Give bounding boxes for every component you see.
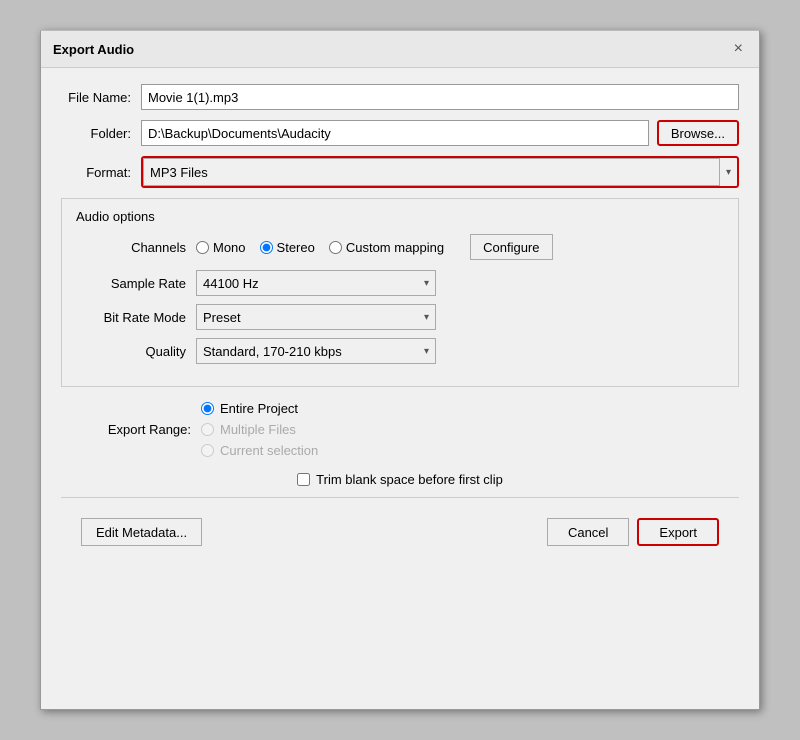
custom-mapping-radio-item[interactable]: Custom mapping [329, 240, 444, 255]
sample-rate-select-wrapper: 44100 Hz 8000 Hz 11025 Hz 16000 Hz 22050… [196, 270, 436, 296]
quality-row: Quality Standard, 170-210 kbps Medium, 1… [76, 338, 724, 364]
format-select-arrow-icon: ▾ [720, 167, 737, 178]
mono-radio[interactable] [196, 241, 209, 254]
stereo-radio[interactable] [260, 241, 273, 254]
export-range-section: Export Range: Entire Project Multiple Fi… [61, 401, 739, 458]
file-name-row: File Name: [61, 84, 739, 110]
bit-rate-mode-label: Bit Rate Mode [96, 310, 196, 325]
export-audio-dialog: Export Audio × File Name: Folder: Browse… [40, 30, 760, 710]
footer-right: Cancel Export [547, 518, 719, 546]
channels-row: Channels Mono Stereo Custom mapping Conf [76, 234, 724, 260]
format-label: Format: [61, 165, 141, 180]
bit-rate-mode-select-arrow-icon: ▾ [418, 312, 435, 323]
title-bar: Export Audio × [41, 31, 759, 68]
bit-rate-mode-select-wrapper: Preset Variable Average Constant ▾ [196, 304, 436, 330]
edit-metadata-button[interactable]: Edit Metadata... [81, 518, 202, 546]
export-range-row: Export Range: Entire Project Multiple Fi… [81, 401, 719, 458]
close-button[interactable]: × [730, 39, 747, 59]
file-name-label: File Name: [61, 90, 141, 105]
dialog-footer: Edit Metadata... Cancel Export [61, 508, 739, 560]
mono-radio-item[interactable]: Mono [196, 240, 246, 255]
quality-select[interactable]: Standard, 170-210 kbps Medium, 145-185 k… [197, 339, 418, 363]
export-range-options: Entire Project Multiple Files Current se… [201, 401, 318, 458]
footer-divider [61, 497, 739, 498]
quality-select-arrow-icon: ▾ [418, 346, 435, 357]
format-select-wrapper: MP3 Files WAV Files OGG Vorbis Files FLA… [141, 156, 739, 188]
quality-select-wrapper: Standard, 170-210 kbps Medium, 145-185 k… [196, 338, 436, 364]
channels-radio-group: Mono Stereo Custom mapping Configure [196, 234, 553, 260]
custom-mapping-radio[interactable] [329, 241, 342, 254]
sample-rate-select-arrow-icon: ▾ [418, 278, 435, 289]
browse-button[interactable]: Browse... [657, 120, 739, 146]
configure-button[interactable]: Configure [470, 234, 552, 260]
trim-row: Trim blank space before first clip [61, 472, 739, 487]
folder-label: Folder: [61, 126, 141, 141]
format-select[interactable]: MP3 Files WAV Files OGG Vorbis Files FLA… [143, 158, 720, 186]
channels-label: Channels [96, 240, 196, 255]
multiple-files-radio-item[interactable]: Multiple Files [201, 422, 318, 437]
sample-rate-select[interactable]: 44100 Hz 8000 Hz 11025 Hz 16000 Hz 22050… [197, 271, 418, 295]
sample-rate-row: Sample Rate 44100 Hz 8000 Hz 11025 Hz 16… [76, 270, 724, 296]
bit-rate-mode-row: Bit Rate Mode Preset Variable Average Co… [76, 304, 724, 330]
audio-options-title: Audio options [76, 209, 724, 224]
dialog-title: Export Audio [53, 42, 134, 57]
multiple-files-radio[interactable] [201, 423, 214, 436]
entire-project-radio-item[interactable]: Entire Project [201, 401, 318, 416]
stereo-label: Stereo [277, 240, 315, 255]
current-selection-radio[interactable] [201, 444, 214, 457]
export-button[interactable]: Export [637, 518, 719, 546]
audio-options-box: Audio options Channels Mono Stereo Cus [61, 198, 739, 387]
file-name-input[interactable] [141, 84, 739, 110]
folder-row: Folder: Browse... [61, 120, 739, 146]
quality-label: Quality [96, 344, 196, 359]
current-selection-radio-item[interactable]: Current selection [201, 443, 318, 458]
format-row: Format: MP3 Files WAV Files OGG Vorbis F… [61, 156, 739, 188]
multiple-files-label: Multiple Files [220, 422, 296, 437]
dialog-body: File Name: Folder: Browse... Format: MP3… [41, 68, 759, 576]
trim-checkbox[interactable] [297, 473, 310, 486]
sample-rate-label: Sample Rate [96, 276, 196, 291]
mono-label: Mono [213, 240, 246, 255]
bit-rate-mode-select[interactable]: Preset Variable Average Constant [197, 305, 418, 329]
trim-label: Trim blank space before first clip [316, 472, 503, 487]
entire-project-label: Entire Project [220, 401, 298, 416]
current-selection-label: Current selection [220, 443, 318, 458]
stereo-radio-item[interactable]: Stereo [260, 240, 315, 255]
folder-input[interactable] [141, 120, 649, 146]
footer-left: Edit Metadata... [81, 518, 202, 546]
entire-project-radio[interactable] [201, 402, 214, 415]
export-range-label: Export Range: [81, 422, 201, 437]
custom-mapping-label: Custom mapping [346, 240, 444, 255]
cancel-button[interactable]: Cancel [547, 518, 629, 546]
